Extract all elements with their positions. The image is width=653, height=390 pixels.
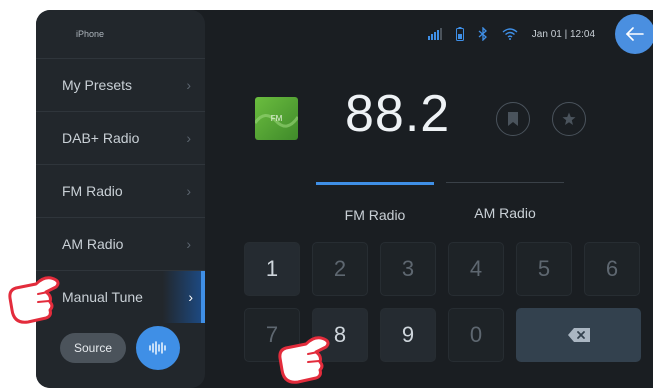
date-time: Jan 01 | 12:04	[531, 28, 595, 40]
key-3[interactable]: 3	[380, 242, 436, 296]
chevron-right-icon: ›	[186, 183, 191, 199]
sidebar-item-am-radio[interactable]: AM Radio ›	[36, 218, 205, 271]
signal-icon	[427, 28, 442, 40]
bookmark-icon	[508, 112, 518, 126]
frequency-display: 88.2	[345, 85, 451, 143]
sidebar-item-label: DAB+ Radio	[62, 130, 140, 146]
key-4[interactable]: 4	[448, 242, 504, 296]
chevron-right-icon: ›	[186, 77, 191, 93]
key-5[interactable]: 5	[516, 242, 572, 296]
equalizer-icon	[149, 341, 166, 355]
chevron-right-icon: ›	[186, 130, 191, 146]
sidebar-item-label: Manual Tune	[62, 289, 143, 305]
sidebar-item-label: FM Radio	[62, 183, 123, 199]
chevron-right-icon: ›	[186, 236, 191, 252]
key-6[interactable]: 6	[584, 242, 640, 296]
bookmark-button[interactable]	[496, 102, 530, 136]
sidebar-bottom-controls: Source	[60, 326, 180, 370]
back-arrow-icon	[625, 27, 644, 41]
chevron-right-icon: ›	[188, 289, 193, 305]
phone-battery-icon	[455, 27, 464, 41]
back-button[interactable]	[615, 14, 653, 54]
sidebar-item-label: My Presets	[62, 77, 133, 93]
station-logo: FM	[255, 97, 298, 140]
delete-button[interactable]	[516, 308, 641, 362]
tab-am-radio[interactable]: AM Radio	[446, 182, 564, 221]
station-logo-label: FM	[270, 114, 283, 123]
key-1[interactable]: 1	[244, 242, 300, 296]
sidebar-item-dab-radio[interactable]: DAB+ Radio ›	[36, 112, 205, 165]
sidebar-item-label: AM Radio	[62, 236, 124, 252]
equalizer-button[interactable]	[136, 326, 180, 370]
sidebar-item-my-presets[interactable]: My Presets ›	[36, 59, 205, 112]
band-tabs: FM Radio AM Radio	[316, 182, 566, 223]
device-name: iPhone	[36, 10, 205, 59]
bluetooth-icon	[478, 27, 487, 41]
key-2[interactable]: 2	[312, 242, 368, 296]
status-bar: Jan 01 | 12:04	[427, 10, 653, 58]
favorite-button[interactable]	[552, 102, 586, 136]
backspace-icon	[567, 328, 590, 342]
sidebar-item-fm-radio[interactable]: FM Radio ›	[36, 165, 205, 218]
star-icon	[562, 112, 576, 125]
wifi-icon	[502, 28, 518, 40]
key-9[interactable]: 9	[380, 308, 436, 362]
tap-hand-icon	[8, 276, 60, 324]
key-0[interactable]: 0	[448, 308, 504, 362]
source-button[interactable]: Source	[60, 333, 126, 363]
tap-hand-icon	[278, 336, 330, 384]
tab-fm-radio[interactable]: FM Radio	[316, 182, 434, 223]
head-unit-screen: iPhone My Presets › DAB+ Radio › FM Radi…	[36, 10, 653, 388]
